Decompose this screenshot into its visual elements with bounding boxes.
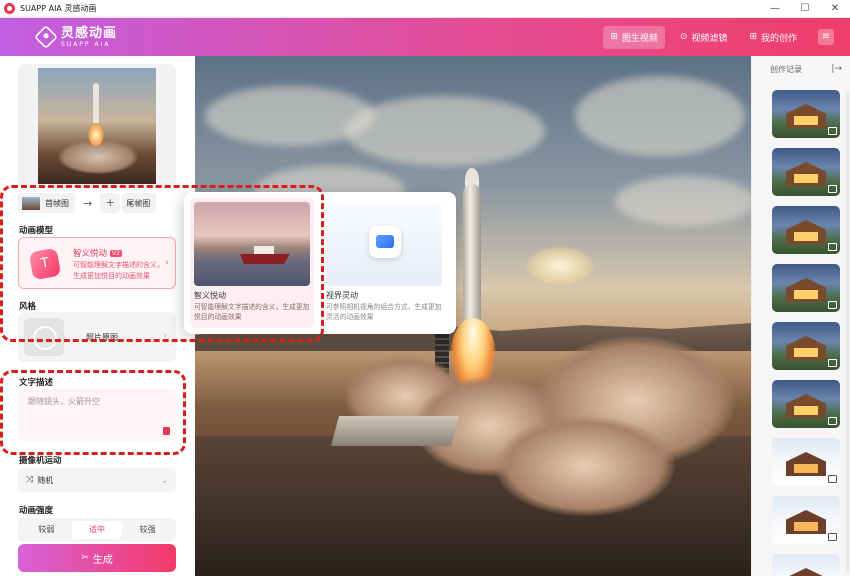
- model-option-description: 可智能理解文字描述的含义，生成更加悦目的动画效果: [194, 303, 310, 321]
- window-title: SUAPP AIA 灵感动画: [20, 4, 97, 13]
- minimize-button[interactable]: —: [760, 0, 790, 18]
- last-frame-button[interactable]: 尾帧图: [122, 193, 157, 213]
- text-model-icon: T: [28, 247, 62, 281]
- model-option-shijie[interactable]: 视界灵动 可参照相机视角的组合方式，生成更加灵活的动画效果: [322, 198, 446, 328]
- source-image-preview[interactable]: [18, 64, 176, 188]
- nav-my-creations[interactable]: ⊞ 我的创作: [742, 26, 804, 49]
- brand-logo[interactable]: 灵感动画 SUAPP AIA: [33, 24, 118, 50]
- text-section-label: 文字描述: [19, 378, 54, 388]
- model-option-thumbnail: [194, 202, 310, 286]
- grid-icon: ⊞: [749, 32, 757, 42]
- image-tag-icon: [828, 475, 837, 483]
- image-tag-icon: [828, 301, 837, 309]
- nav-video-filter[interactable]: ⊙ 视频滤镜: [673, 26, 735, 49]
- app-header: 灵感动画 SUAPP AIA ⊞ 图生视频 ⊙ 视频滤镜 ⊞ 我的创作 ≡: [0, 18, 850, 56]
- chevron-right-icon: ›: [163, 331, 167, 341]
- frame-selector: 首帧图 → + 尾帧图: [18, 192, 176, 214]
- model-option-name: 视界灵动: [326, 291, 358, 300]
- settings-panel: 首帧图 → + 尾帧图 动画模型 T 智义悦动 V2 可智能理解文字描述的含义，生…: [0, 56, 195, 576]
- play-icon: ⊙: [679, 32, 688, 42]
- image-tag-icon: [828, 243, 837, 251]
- history-thumbnail[interactable]: [772, 148, 840, 196]
- window-controls: — ☐ ✕: [760, 0, 850, 18]
- history-thumbnail[interactable]: [772, 206, 840, 254]
- add-last-frame-button[interactable]: +: [100, 193, 121, 213]
- image-tag-icon: [828, 359, 837, 367]
- model-option-description: 可参照相机视角的组合方式，生成更加灵活的动画效果: [326, 303, 442, 321]
- history-thumbnail[interactable]: [772, 322, 840, 370]
- strength-weak[interactable]: 较弱: [21, 521, 72, 539]
- style-name: 照片原图: [86, 333, 118, 342]
- maximize-button[interactable]: ☐: [790, 0, 820, 18]
- magic-wand-icon: ✂: [81, 553, 89, 563]
- source-image: [38, 68, 156, 184]
- model-option-zhiyi[interactable]: 智义悦动 可智能理解文字描述的含义，生成更加悦目的动画效果: [190, 198, 314, 328]
- first-frame-thumbnail: [22, 196, 40, 210]
- strength-section-label: 动画强度: [19, 506, 54, 516]
- text-description-input[interactable]: [28, 397, 158, 406]
- title-bar: SUAPP AIA 灵感动画 — ☐ ✕: [0, 0, 850, 18]
- collapse-icon[interactable]: |→: [831, 64, 842, 75]
- shuffle-icon: ⤨: [26, 475, 34, 485]
- model-description: 可智能理解文字描述的含义，生成更加悦目的动画效果: [73, 261, 164, 280]
- brand-name: 灵感动画: [61, 25, 118, 41]
- image-tag-icon: [828, 417, 837, 425]
- first-frame-button[interactable]: 首帧图: [18, 193, 75, 213]
- image-icon: ⊞: [610, 32, 618, 42]
- model-options-popup: 智义悦动 可智能理解文字描述的含义，生成更加悦目的动画效果 视界灵动 可参照相机…: [184, 192, 456, 334]
- strength-segmented-control: 较弱 适中 较强: [18, 518, 176, 542]
- model-section-label: 动画模型: [19, 226, 54, 236]
- model-selector[interactable]: T 智义悦动 V2 可智能理解文字描述的含义，生成更加悦目的动画效果 ›: [18, 237, 176, 289]
- strength-medium[interactable]: 适中: [71, 521, 123, 539]
- text-description-box: [18, 389, 176, 441]
- image-tag-icon: [828, 533, 837, 541]
- style-section-label: 风格: [19, 302, 37, 312]
- model-name: 智义悦动: [73, 249, 108, 259]
- history-thumbnail[interactable]: [772, 90, 840, 138]
- history-title: 创作记录: [770, 65, 802, 74]
- nav-image-to-video[interactable]: ⊞ 图生视频: [603, 25, 665, 49]
- history-thumbnail[interactable]: [772, 554, 840, 576]
- image-tag-icon: [828, 127, 837, 135]
- camera-motion-value: 随机: [37, 475, 54, 485]
- camera-motion-select[interactable]: ⤨ 随机 ⌄: [18, 468, 176, 492]
- camera-section-label: 摄像机运动: [19, 456, 62, 466]
- style-thumbnail-icon: [24, 318, 64, 356]
- image-tag-icon: [828, 185, 837, 193]
- main-nav: ⊞ 图生视频 ⊙ 视频滤镜 ⊞ 我的创作 ≡: [595, 25, 834, 49]
- strength-strong[interactable]: 较强: [122, 521, 173, 539]
- close-button[interactable]: ✕: [820, 0, 850, 18]
- model-option-name: 智义悦动: [194, 291, 226, 300]
- app-logo-icon: [4, 3, 15, 14]
- history-thumbnail[interactable]: [772, 496, 840, 544]
- generate-button[interactable]: ✂ 生成: [18, 544, 176, 572]
- trash-icon[interactable]: [163, 427, 170, 435]
- camera-icon: [369, 226, 401, 258]
- brand-mark-icon: [33, 24, 59, 50]
- history-thumbnail[interactable]: [772, 438, 840, 486]
- model-option-thumbnail: [326, 202, 442, 286]
- scrollbar[interactable]: [846, 92, 849, 572]
- history-thumbnail[interactable]: [772, 380, 840, 428]
- history-panel: 创作记录 |→: [751, 56, 850, 576]
- chevron-right-icon: ›: [165, 258, 169, 268]
- brand-subtitle: SUAPP AIA: [61, 40, 111, 48]
- history-thumbnail[interactable]: [772, 264, 840, 312]
- version-badge: V2: [110, 250, 122, 257]
- chevron-down-icon: ⌄: [161, 475, 168, 485]
- style-selector[interactable]: 照片原图 ›: [18, 312, 176, 362]
- menu-button[interactable]: ≡: [818, 29, 834, 45]
- arrow-right-icon: →: [83, 196, 93, 210]
